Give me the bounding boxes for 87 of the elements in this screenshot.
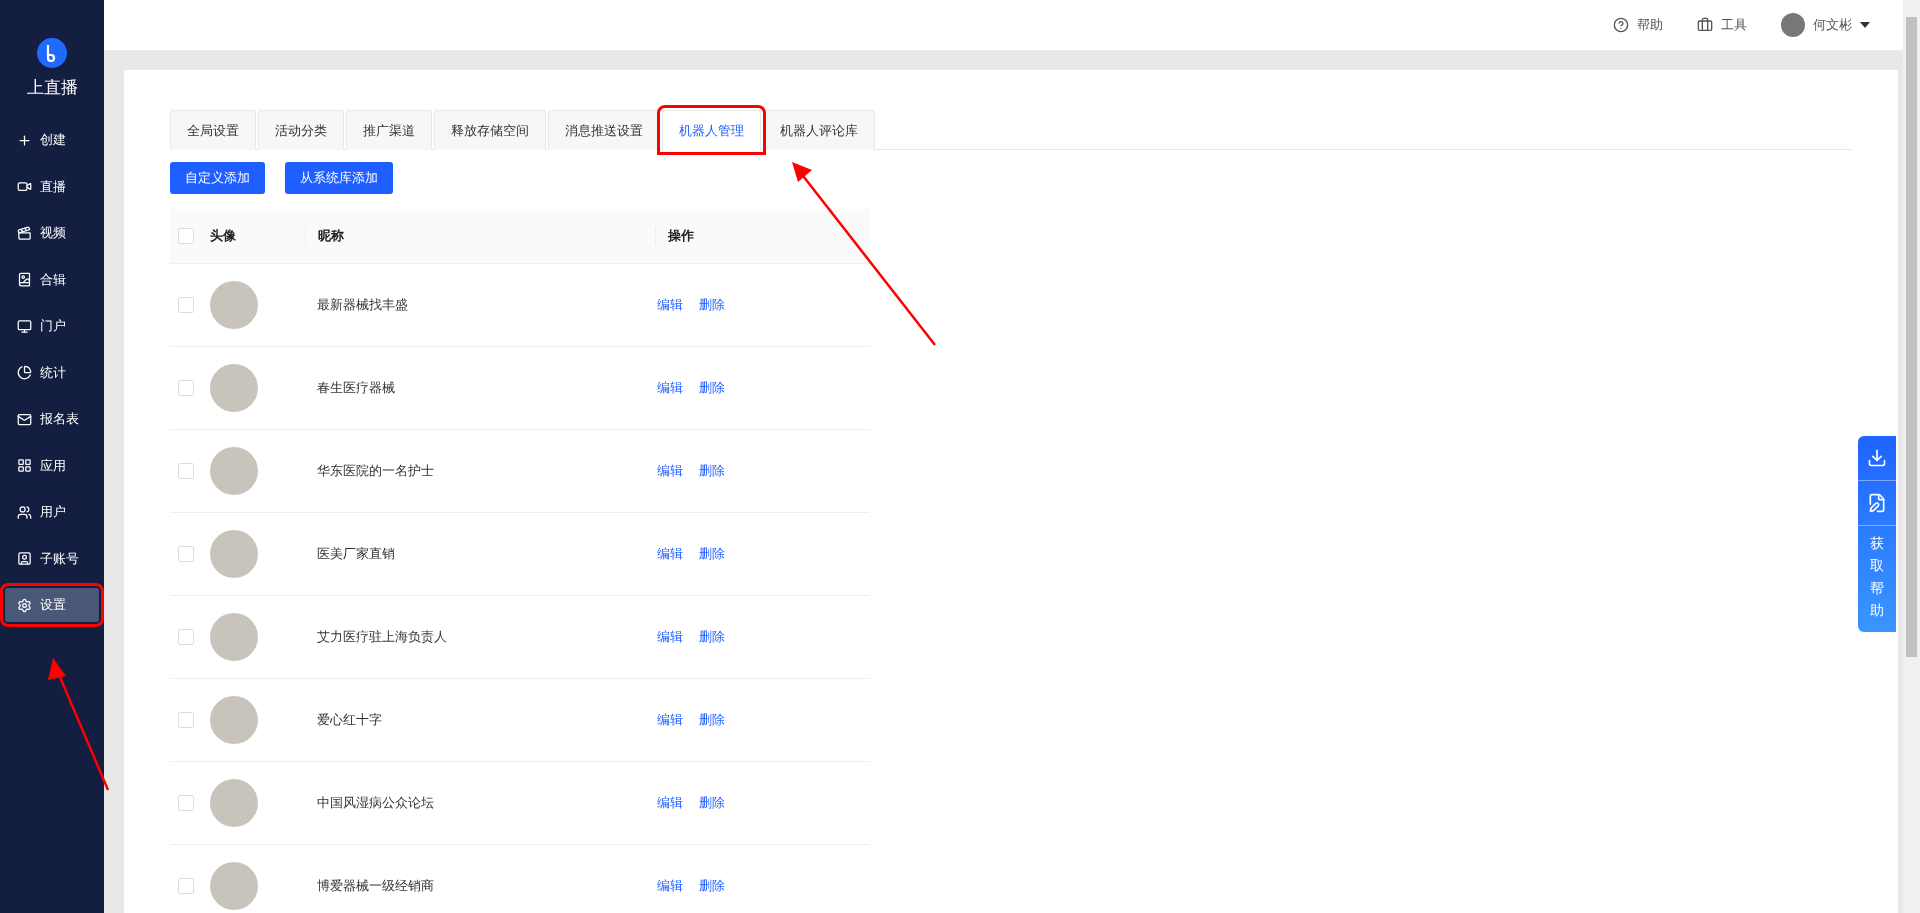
edit-link[interactable]: 编辑 [657, 379, 683, 397]
tools-link[interactable]: 工具 [1697, 16, 1747, 34]
mail-icon [17, 411, 32, 427]
checkbox[interactable] [178, 380, 194, 396]
avatar-placeholder [210, 364, 258, 412]
edit-link[interactable]: 编辑 [657, 628, 683, 646]
caret-icon [1860, 22, 1870, 28]
tab[interactable]: 释放存储空间 [434, 110, 546, 150]
nickname-cell-text: 医美厂家直销 [316, 545, 396, 563]
avatar-placeholder [210, 696, 258, 744]
add-button[interactable]: 从系统库添加 [285, 162, 393, 194]
plus-icon [17, 132, 32, 148]
sidebar-item[interactable]: 统计 [5, 355, 99, 390]
sidebar-item[interactable]: 用户 [5, 495, 99, 529]
edit-link[interactable]: 编辑 [657, 296, 683, 314]
nickname-cell-text: 艾力医疗驻上海负责人 [316, 628, 448, 646]
user-card-icon [17, 551, 32, 566]
help-link[interactable]: 帮助 [1613, 16, 1663, 34]
users-icon [17, 504, 32, 520]
avatar-placeholder [210, 613, 258, 661]
avatar-placeholder [210, 447, 258, 495]
help-icon [1613, 17, 1629, 33]
checkbox[interactable] [178, 712, 194, 728]
edit-link[interactable]: 编辑 [657, 794, 683, 812]
delete-link[interactable]: 删除 [699, 877, 725, 895]
checkbox[interactable] [178, 878, 194, 894]
avatar-placeholder [210, 862, 258, 910]
film-icon [17, 225, 32, 241]
delete-link[interactable]: 删除 [699, 711, 725, 729]
tab[interactable]: 全局设置 [170, 110, 256, 150]
document-edit-icon [1867, 493, 1887, 513]
sidebar-item[interactable]: 创建 [5, 123, 99, 157]
sidebar-item[interactable]: 应用 [5, 448, 99, 483]
delete-link[interactable]: 删除 [699, 296, 725, 314]
avatar-placeholder [210, 530, 258, 578]
download-icon [1867, 448, 1887, 468]
delete-link[interactable]: 删除 [699, 628, 725, 646]
help-text[interactable]: 获取帮助 [1870, 526, 1884, 632]
delete-link[interactable]: 删除 [699, 462, 725, 480]
checkbox[interactable] [178, 463, 194, 479]
scrollbar-thumb[interactable] [1906, 17, 1917, 657]
tab[interactable]: 机器人评论库 [763, 110, 875, 150]
checkbox[interactable] [178, 228, 194, 244]
sidebar-item[interactable]: 合辑 [5, 262, 99, 297]
sidebar-item[interactable]: 门户 [5, 309, 99, 343]
edit-link[interactable]: 编辑 [657, 462, 683, 480]
tab[interactable]: 活动分类 [258, 110, 344, 150]
sidebar-item[interactable]: 报名表 [5, 402, 99, 436]
avatar-placeholder [210, 281, 258, 329]
album-icon [17, 272, 32, 287]
delete-link[interactable]: 删除 [699, 545, 725, 563]
avatar-icon [1781, 13, 1805, 37]
logo-icon [37, 38, 67, 68]
user-menu[interactable]: 何文彬 [1781, 13, 1870, 37]
edit-link[interactable]: 编辑 [657, 711, 683, 729]
grid-icon [17, 458, 32, 473]
scrollbar[interactable] [1903, 0, 1920, 913]
nickname-cell-text: 中国风湿病公众论坛 [316, 794, 435, 812]
nickname-cell-text: 最新器械找丰盛 [316, 296, 409, 314]
nickname-cell-text: 博爱器械一级经销商 [316, 877, 435, 895]
briefcase-icon [1697, 17, 1713, 33]
delete-link[interactable]: 删除 [699, 379, 725, 397]
sidebar-item[interactable]: 直播 [5, 169, 99, 204]
checkbox[interactable] [178, 629, 194, 645]
avatar-placeholder [210, 779, 258, 827]
monitor-icon [17, 318, 32, 334]
settings-icon [17, 597, 32, 613]
nickname-cell-text: 春生医疗器械 [316, 379, 396, 397]
edit-link[interactable]: 编辑 [657, 877, 683, 895]
column-header: 头像 [210, 227, 237, 245]
add-button[interactable]: 自定义添加 [170, 162, 265, 194]
column-header: 昵称 [305, 227, 655, 245]
checkbox[interactable] [178, 795, 194, 811]
checkbox[interactable] [178, 297, 194, 313]
tab[interactable]: 推广渠道 [346, 110, 432, 150]
edit-link[interactable]: 编辑 [657, 545, 683, 563]
column-header: 操作 [655, 227, 870, 245]
video-camera-icon [17, 179, 32, 194]
brand-name: 上直播 [26, 76, 78, 99]
sidebar-item[interactable]: 子账号 [5, 541, 99, 576]
nickname-cell-text: 爱心红十字 [316, 711, 383, 729]
nickname-cell-text: 华东医院的一名护士 [316, 462, 435, 480]
delete-link[interactable]: 删除 [699, 794, 725, 812]
checkbox[interactable] [178, 546, 194, 562]
sidebar-item[interactable]: 视频 [5, 216, 99, 250]
pie-chart-icon [17, 365, 32, 380]
tab[interactable]: 消息推送设置 [548, 110, 660, 150]
